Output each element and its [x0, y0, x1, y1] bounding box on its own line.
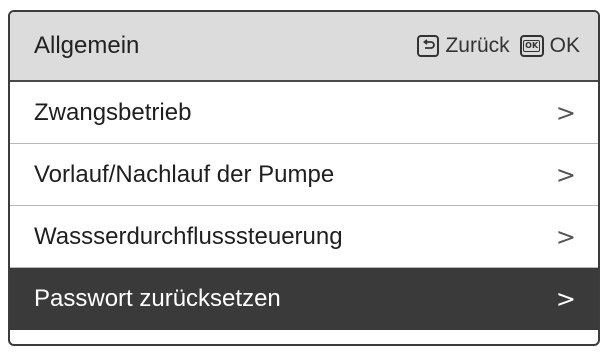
ok-button[interactable]: OK OK — [519, 34, 580, 58]
ok-icon: OK — [519, 35, 544, 57]
menu-item-label: Vorlauf/Nachlauf der Pumpe — [34, 160, 335, 188]
page-title: Allgemein — [34, 32, 140, 59]
chevron-right-icon: > — [555, 284, 576, 313]
menu-item-pumpe[interactable]: Vorlauf/Nachlauf der Pumpe > — [10, 144, 598, 206]
settings-panel: Allgemein Zurück OK OK Zwangsbetrieb > V… — [8, 10, 600, 346]
menu-item-zwangsbetrieb[interactable]: Zwangsbetrieb > — [10, 82, 598, 144]
ok-icon-text: OK — [523, 40, 541, 52]
menu-item-label: Zwangsbetrieb — [34, 98, 192, 126]
header-actions: Zurück OK OK — [417, 34, 580, 58]
back-label: Zurück — [445, 34, 510, 57]
menu-item-label: Wassserdurchflusssteuerung — [34, 222, 343, 250]
back-button[interactable]: Zurück — [417, 34, 510, 58]
back-arrow-icon — [423, 39, 436, 49]
menu-list: Zwangsbetrieb > Vorlauf/Nachlauf der Pum… — [10, 82, 598, 330]
chevron-right-icon: > — [555, 98, 576, 127]
ok-label: OK — [549, 34, 580, 57]
chevron-right-icon: > — [555, 160, 576, 189]
chevron-right-icon: > — [555, 222, 576, 251]
menu-item-wasserdurchfluss[interactable]: Wassserdurchflusssteuerung > — [10, 206, 598, 268]
back-icon — [417, 35, 440, 57]
menu-item-passwort-zuruecksetzen[interactable]: Passwort zurücksetzen > — [10, 268, 598, 330]
panel-header: Allgemein Zurück OK OK — [10, 12, 598, 82]
menu-item-label: Passwort zurücksetzen — [34, 284, 281, 312]
